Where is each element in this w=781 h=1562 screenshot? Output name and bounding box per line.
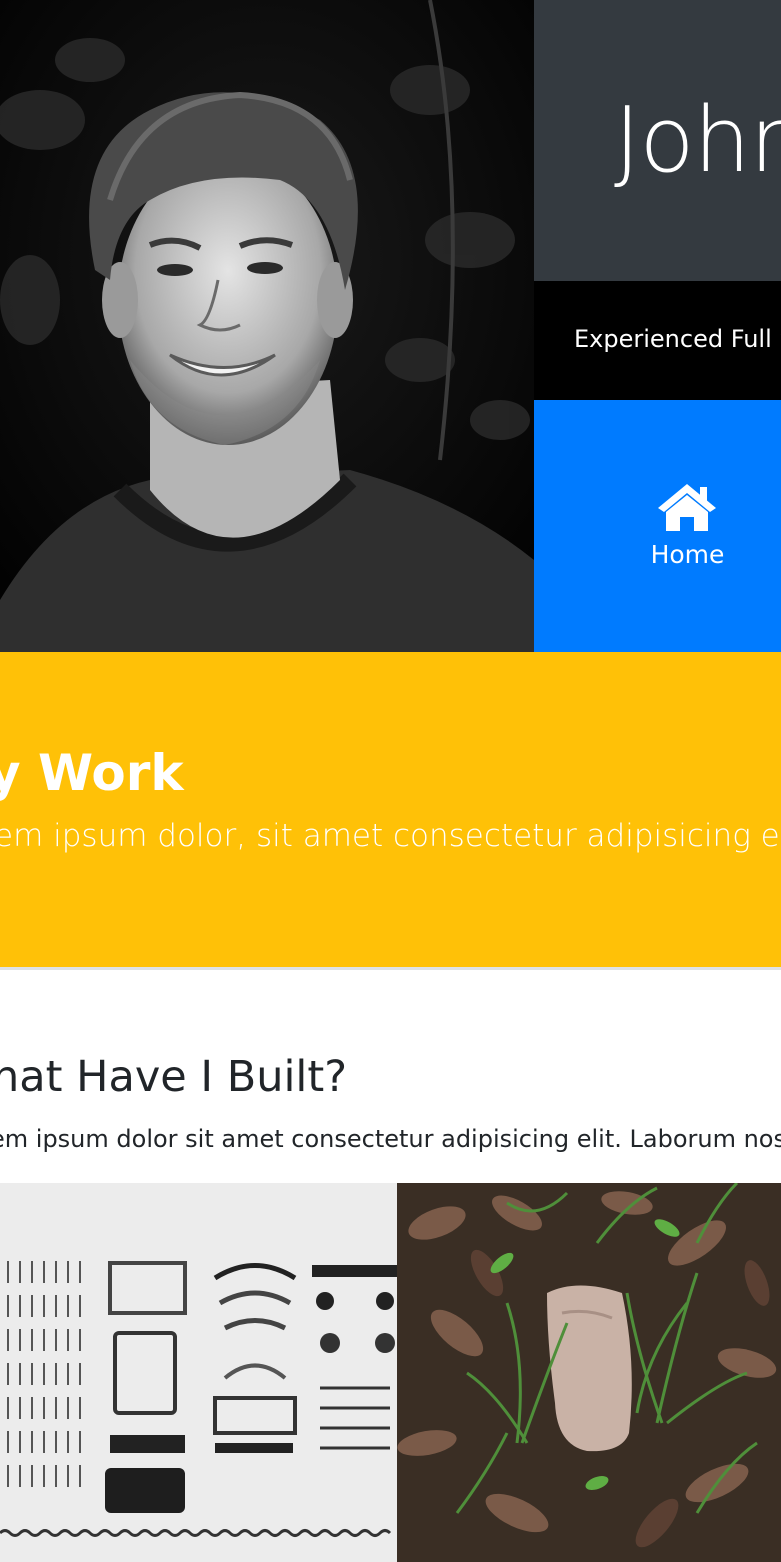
home-icon — [656, 482, 718, 536]
profile-photo — [0, 0, 534, 652]
gallery-image-leaves[interactable] — [397, 1183, 781, 1562]
built-title: hat Have I Built? — [0, 1052, 348, 1102]
section-divider — [0, 967, 781, 970]
built-description: em ipsum dolor sit amet consectetur adip… — [0, 1125, 781, 1153]
site-name: John — [614, 88, 781, 193]
gallery-image-parts[interactable] — [0, 1183, 397, 1562]
nav-home-button[interactable]: Home — [534, 400, 781, 652]
tagline-bar: Experienced Full S — [534, 281, 781, 400]
work-subtitle: em ipsum dolor, sit amet consectetur adi… — [0, 818, 781, 854]
tagline-text: Experienced Full S — [574, 325, 781, 353]
nav-home-label: Home — [650, 540, 725, 569]
work-section: y Work em ipsum dolor, sit amet consecte… — [0, 652, 781, 967]
name-header: John — [534, 0, 781, 281]
work-title: y Work — [0, 744, 184, 802]
